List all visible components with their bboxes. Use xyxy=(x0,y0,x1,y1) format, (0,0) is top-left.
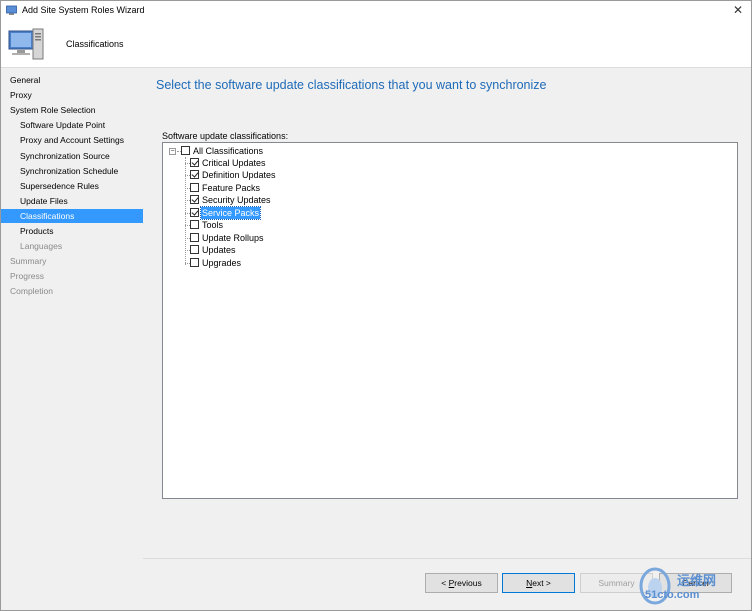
checkbox[interactable] xyxy=(190,158,199,167)
checkbox[interactable] xyxy=(190,170,199,180)
page-heading: Select the software update classificatio… xyxy=(156,78,547,92)
next-rest: ext > xyxy=(532,578,551,588)
watermark-line1: 运维网 xyxy=(677,574,717,589)
nav-item-products[interactable]: Products xyxy=(1,224,143,238)
nav-item-supersedence-rules[interactable]: Supersedence Rules xyxy=(1,179,143,193)
classifications-list-label: Software update classifications: xyxy=(162,131,289,141)
title-bar: Add Site System Roles Wizard ✕ xyxy=(1,1,751,21)
watermark-line2: 51cto.com xyxy=(645,589,700,601)
nav-item-system-role-selection[interactable]: System Role Selection xyxy=(1,103,143,117)
nav-item-progress[interactable]: Progress xyxy=(1,269,143,283)
tree-connector xyxy=(185,157,186,265)
nav-item-summary[interactable]: Summary xyxy=(1,254,143,268)
checkbox[interactable] xyxy=(190,195,199,205)
wizard-nav: General Proxy System Role Selection Softwar… xyxy=(1,68,143,610)
classifications-tree[interactable]: − All Classifications Critical Updates De… xyxy=(162,142,738,499)
wizard-app-icon xyxy=(6,5,17,15)
tree-node-label: Service Packs xyxy=(199,205,262,220)
computer-icon xyxy=(8,28,44,60)
checkbox[interactable] xyxy=(190,182,199,192)
checkbox[interactable] xyxy=(181,146,190,155)
tree-node-label: Definition Updates xyxy=(202,170,276,181)
tree-node-label: Update Rollups xyxy=(202,232,264,243)
nav-item-classifications[interactable]: Classifications xyxy=(1,208,143,223)
nav-item-proxy[interactable]: Proxy xyxy=(1,88,143,102)
checkbox[interactable] xyxy=(190,245,199,255)
checkbox[interactable] xyxy=(190,220,199,230)
tree-node-label: Security Updates xyxy=(202,195,271,206)
nav-item-software-update-point[interactable]: Software Update Point xyxy=(1,118,143,132)
previous-rest: revious xyxy=(454,578,482,588)
nav-item-proxy-and-account-settings[interactable]: Proxy and Account Settings xyxy=(1,133,143,147)
tree-node-label: Updates xyxy=(202,245,236,256)
tree-node-label: Critical Updates xyxy=(202,158,266,168)
wizard-header: Classifications xyxy=(1,21,751,68)
next-button[interactable]: Next > xyxy=(502,573,575,593)
nav-item-completion[interactable]: Completion xyxy=(1,284,143,298)
main-panel: Select the software update classificatio… xyxy=(143,68,751,610)
tree-node-label: Feature Packs xyxy=(202,182,261,193)
nav-item-update-files[interactable]: Update Files xyxy=(1,194,143,208)
previous-prefix: < xyxy=(441,578,449,588)
collapse-icon[interactable]: − xyxy=(169,148,176,155)
tree-node-label: All Classifications xyxy=(193,146,264,156)
tree-node-label: Upgrades xyxy=(202,257,242,268)
nav-item-general[interactable]: General xyxy=(1,73,143,87)
window-title: Add Site System Roles Wizard xyxy=(22,5,145,15)
checkbox[interactable] xyxy=(190,207,199,217)
page-title: Classifications xyxy=(66,39,124,49)
nav-item-synchronization-source[interactable]: Synchronization Source xyxy=(1,149,143,163)
previous-button[interactable]: < Previous xyxy=(425,573,498,593)
checkbox[interactable] xyxy=(190,232,199,242)
close-icon[interactable]: ✕ xyxy=(731,3,745,17)
nav-item-languages[interactable]: Languages xyxy=(1,239,143,253)
wizard-window: Add Site System Roles Wizard ✕ Classific… xyxy=(0,0,752,611)
watermark: 运维网 51cto.com xyxy=(637,566,749,608)
tree-node-label: Tools xyxy=(202,220,224,231)
nav-item-synchronization-schedule[interactable]: Synchronization Schedule xyxy=(1,164,143,178)
checkbox[interactable] xyxy=(190,257,199,267)
